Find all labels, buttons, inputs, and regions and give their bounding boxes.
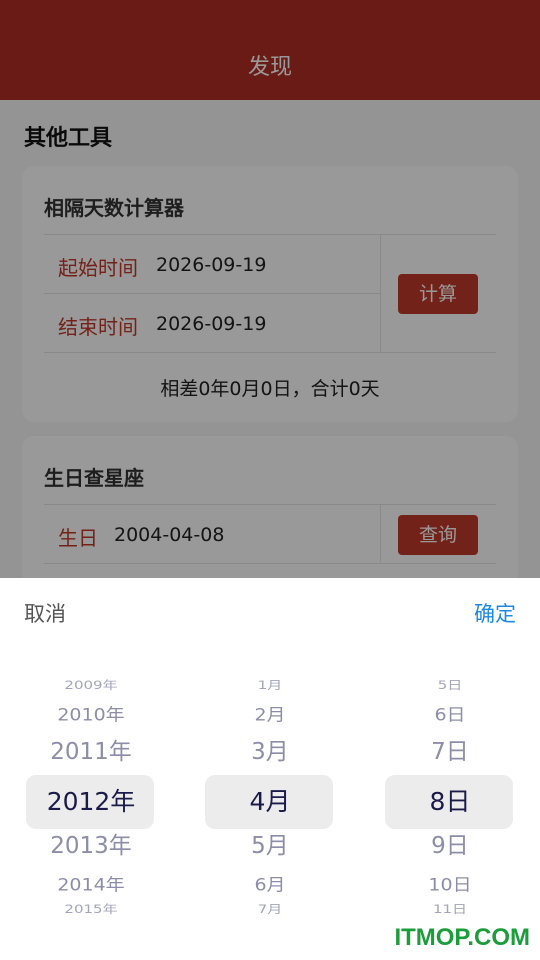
year-option[interactable]: 2013年 <box>16 830 166 862</box>
date-picker: 取消 确定 2009年 2010年 2011年 2012年 2013年 2014… <box>0 578 540 960</box>
month-option[interactable]: 7月 <box>195 902 345 916</box>
month-option-selected[interactable]: 4月 <box>195 783 345 821</box>
confirm-button[interactable]: 确定 <box>474 598 516 628</box>
month-option[interactable]: 6月 <box>195 873 345 896</box>
month-option[interactable]: 2月 <box>195 703 345 726</box>
year-option[interactable]: 2015年 <box>16 902 166 916</box>
year-option[interactable]: 2011年 <box>16 736 166 768</box>
day-option-selected[interactable]: 8日 <box>375 783 525 821</box>
month-option[interactable]: 1月 <box>195 678 345 692</box>
day-option[interactable]: 6日 <box>375 703 525 726</box>
watermark-logo: ITMOP.COM <box>394 924 530 951</box>
year-option[interactable]: 2014年 <box>16 873 166 896</box>
day-option[interactable]: 7日 <box>375 736 525 768</box>
year-option[interactable]: 2010年 <box>16 703 166 726</box>
day-option[interactable]: 9日 <box>375 830 525 862</box>
year-option-selected[interactable]: 2012年 <box>16 783 166 821</box>
month-option[interactable]: 5月 <box>195 830 345 862</box>
day-wheel[interactable]: 5日 6日 7日 8日 9日 10日 11日 <box>375 674 525 924</box>
month-wheel[interactable]: 1月 2月 3月 4月 5月 6月 7月 <box>195 674 345 924</box>
year-option[interactable]: 2009年 <box>16 678 166 692</box>
year-wheel[interactable]: 2009年 2010年 2011年 2012年 2013年 2014年 2015… <box>16 674 166 924</box>
cancel-button[interactable]: 取消 <box>24 598 66 628</box>
day-option[interactable]: 11日 <box>375 902 525 916</box>
month-option[interactable]: 3月 <box>195 736 345 768</box>
day-option[interactable]: 10日 <box>375 873 525 896</box>
day-option[interactable]: 5日 <box>375 678 525 692</box>
